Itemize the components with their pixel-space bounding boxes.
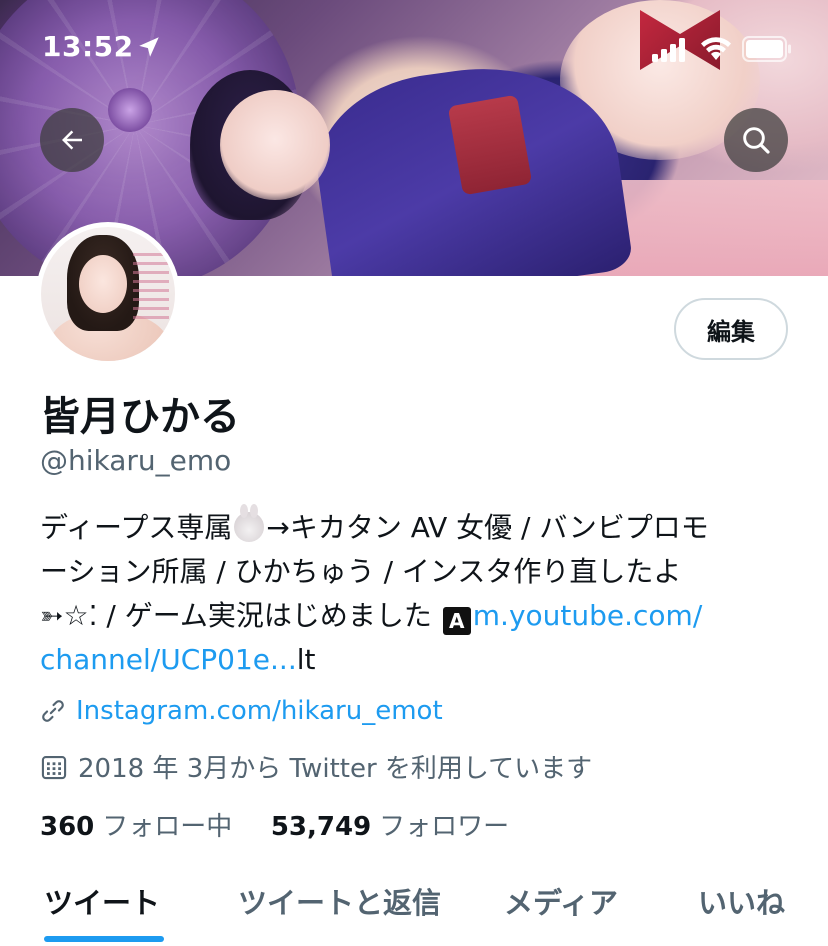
bio-text: ーション所属 / ひかちゅう / インスタ作り直したよ xyxy=(40,555,682,588)
bio-text: lt xyxy=(296,643,316,676)
tab-tweets-and-replies[interactable]: ツイートと返信 xyxy=(238,880,441,922)
avatar-face-shape xyxy=(79,255,127,313)
following-link[interactable]: 360 フォロー中 xyxy=(40,812,241,842)
bio-text: ディープス専属 xyxy=(40,511,233,544)
letter-a-emoji-icon: A xyxy=(442,607,471,635)
profile-avatar[interactable] xyxy=(36,222,180,366)
search-button[interactable] xyxy=(724,108,788,172)
tab-likes[interactable]: いいね xyxy=(698,880,785,922)
profile-url-link[interactable]: Instagram.com/hikaru_emot xyxy=(76,696,443,726)
bio-link[interactable]: channel/UCP01e... xyxy=(40,643,297,676)
bio-link[interactable]: m.youtube.com/ xyxy=(473,599,702,632)
edit-profile-button[interactable]: 編集 xyxy=(674,298,788,360)
rabbit-emoji-icon xyxy=(234,504,265,542)
wifi-icon xyxy=(701,37,731,60)
bio-text: →キカタン AV 女優 / バンビプロモ xyxy=(266,511,709,544)
status-time: 13:52 xyxy=(42,30,134,63)
tab-media[interactable]: メディア xyxy=(504,880,618,922)
active-tab-indicator xyxy=(44,936,164,942)
profile-tabs: ツイート ツイートと返信 メディア いいね xyxy=(0,870,828,946)
link-icon xyxy=(42,700,64,722)
banner-face-shape xyxy=(220,90,330,200)
joined-date-row: 2018 年 3月から Twitter を利用しています xyxy=(40,748,592,785)
followers-label: フォロワー xyxy=(379,812,510,842)
user-handle: @hikaru_emo xyxy=(40,444,232,477)
followers-link[interactable]: 53,749 フォロワー xyxy=(271,812,509,842)
following-count: 360 xyxy=(40,812,95,842)
following-label: フォロー中 xyxy=(102,812,233,842)
profile-bio: ディープス専属 →キカタン AV 女優 / バンビプロモ ーション所属 / ひかち… xyxy=(40,504,800,682)
search-icon xyxy=(743,127,770,154)
display-name: 皆月ひかる xyxy=(40,394,240,440)
follow-stats: 360 フォロー中 53,749 フォロワー xyxy=(40,806,509,843)
status-bar: 13:52 xyxy=(0,0,828,100)
bio-text: ➳☆⁚ / ゲーム実況はじめました xyxy=(40,599,432,632)
battery-icon xyxy=(742,36,791,62)
cellular-signal-icon xyxy=(652,38,685,62)
avatar-text-shape xyxy=(133,253,169,323)
avatar-image xyxy=(41,227,175,361)
back-button[interactable] xyxy=(40,108,104,172)
arrow-left-icon xyxy=(62,130,82,150)
tab-tweets[interactable]: ツイート xyxy=(44,880,160,922)
calendar-icon xyxy=(41,755,67,779)
location-arrow-icon xyxy=(139,37,159,57)
profile-url-row: Instagram.com/hikaru_emot xyxy=(40,696,443,726)
joined-date-text: 2018 年 3月から Twitter を利用しています xyxy=(78,754,593,784)
followers-count: 53,749 xyxy=(270,812,372,842)
